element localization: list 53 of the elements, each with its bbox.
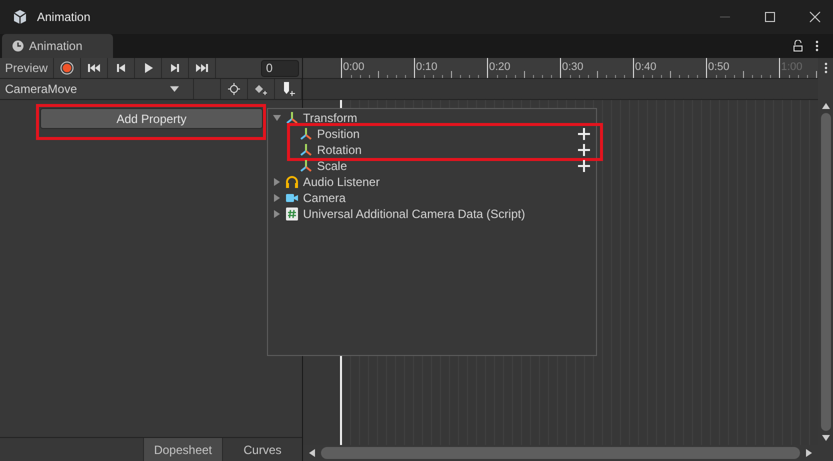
- lock-icon[interactable]: [793, 40, 803, 52]
- clock-icon: [12, 40, 24, 52]
- transform-icon: [299, 127, 313, 141]
- more-icon[interactable]: [824, 62, 828, 74]
- transform-icon: [285, 111, 299, 125]
- headphones-icon: [285, 175, 299, 189]
- scroll-right-icon[interactable]: [806, 449, 812, 457]
- frame-field[interactable]: 0: [261, 60, 299, 76]
- step-forward-icon: [170, 63, 180, 73]
- time-label: 0:30: [561, 61, 584, 73]
- view-tab[interactable]: Dopesheet: [142, 438, 222, 461]
- time-label: 0:00: [342, 61, 364, 73]
- scroll-up-icon[interactable]: [822, 103, 830, 109]
- play-icon: [142, 63, 153, 73]
- cube-icon: [12, 9, 28, 25]
- component-label[interactable]: Audio Listener: [303, 175, 380, 189]
- camera-icon: [285, 191, 299, 205]
- transform-icon: [299, 143, 313, 157]
- time-label: 0:40: [634, 61, 656, 73]
- collapsed-arrow-icon[interactable]: [273, 210, 281, 218]
- time-label: 0:20: [488, 61, 510, 73]
- window-title: Animation: [37, 10, 90, 24]
- time-label: 0:50: [707, 61, 730, 73]
- step-back-icon: [116, 63, 126, 73]
- close-icon[interactable]: [809, 11, 821, 23]
- script-icon: [285, 207, 299, 221]
- caret-icon: [170, 86, 179, 92]
- transform-icon: [299, 159, 313, 173]
- window-tab[interactable]: Animation: [2, 34, 113, 58]
- add-icon[interactable]: [578, 128, 590, 140]
- scroll-left-icon[interactable]: [309, 449, 315, 457]
- expanded-arrow-icon[interactable]: [273, 114, 281, 122]
- component-label[interactable]: Camera: [303, 191, 346, 205]
- maximize-icon[interactable]: [764, 11, 776, 23]
- skip-back-icon: [88, 63, 100, 73]
- add-icon[interactable]: [578, 144, 590, 156]
- scroll-down-icon[interactable]: [822, 435, 830, 441]
- collapsed-arrow-icon[interactable]: [273, 194, 281, 202]
- property-label[interactable]: Rotation: [317, 143, 362, 157]
- component-label[interactable]: Transform: [303, 111, 358, 125]
- vertical-scrollbar[interactable]: [820, 113, 830, 431]
- record-icon: [60, 61, 74, 75]
- add-property-button[interactable]: Add Property: [40, 108, 263, 129]
- property-label[interactable]: Scale: [317, 159, 348, 173]
- add-icon[interactable]: [578, 160, 590, 172]
- property-label[interactable]: Position: [317, 127, 360, 141]
- component-label[interactable]: Universal Additional Camera Data (Script): [303, 207, 526, 221]
- time-label: 0:10: [415, 61, 438, 73]
- preview-button[interactable]: Preview: [0, 58, 54, 78]
- more-icon[interactable]: [815, 40, 819, 52]
- skip-forward-icon: [196, 63, 208, 73]
- horizontal-scrollbar[interactable]: [321, 447, 800, 459]
- collapsed-arrow-icon[interactable]: [273, 178, 281, 186]
